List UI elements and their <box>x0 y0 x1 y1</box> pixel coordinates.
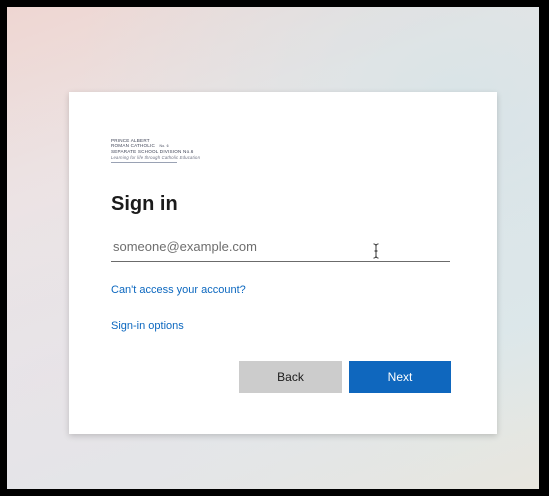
logo-motto: Learning for life through Catholic Educa… <box>111 154 201 160</box>
screen-frame: PRINCE ALBERT ROMAN CATHOLIC No. 6 SEPAR… <box>7 7 539 489</box>
sign-in-options-link[interactable]: Sign-in options <box>111 320 184 332</box>
school-division-logo: PRINCE ALBERT ROMAN CATHOLIC No. 6 SEPAR… <box>111 138 261 178</box>
logo-divider <box>111 161 177 163</box>
sign-in-card: PRINCE ALBERT ROMAN CATHOLIC No. 6 SEPAR… <box>69 92 497 434</box>
page-title: Sign in <box>111 193 178 215</box>
text-cursor-icon <box>373 243 379 259</box>
email-field[interactable] <box>111 232 450 262</box>
back-button[interactable]: Back <box>239 361 342 393</box>
cant-access-account-link[interactable]: Can't access your account? <box>111 284 246 296</box>
logo-line-2-small: No. 6 <box>159 144 169 149</box>
logo-line-2-text: ROMAN CATHOLIC <box>111 143 156 149</box>
next-button[interactable]: Next <box>349 361 451 393</box>
